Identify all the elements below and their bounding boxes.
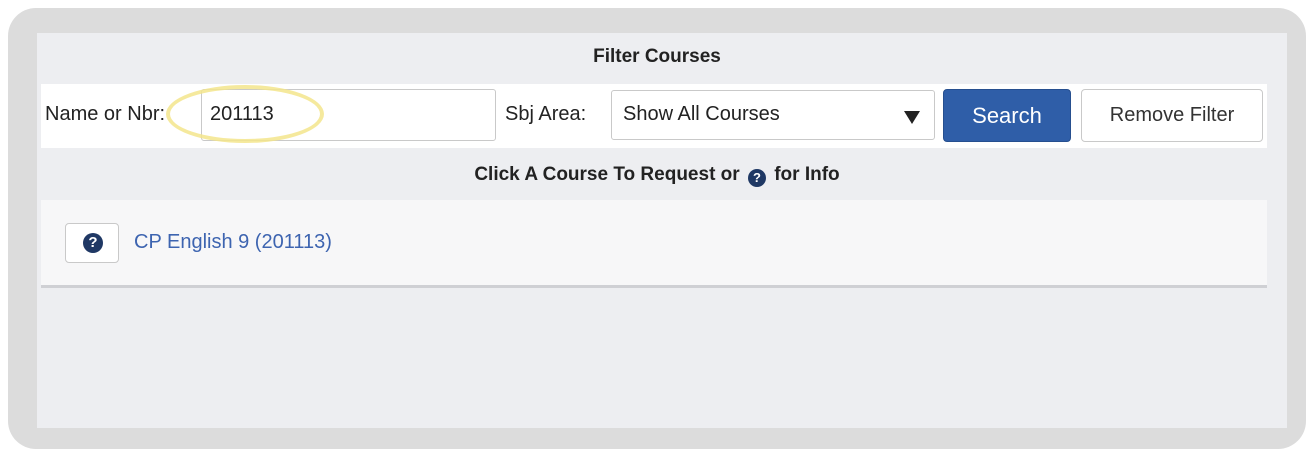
remove-filter-button[interactable]: Remove Filter bbox=[1081, 89, 1263, 142]
course-link[interactable]: CP English 9 (201113) bbox=[134, 231, 332, 254]
subject-area-select[interactable]: Show All Courses bbox=[611, 90, 935, 140]
annotation-highlight-circle bbox=[166, 85, 324, 143]
question-circle-icon: ? bbox=[747, 169, 766, 187]
subject-area-selected: Show All Courses bbox=[623, 103, 780, 125]
dropdown-arrow-icon bbox=[904, 111, 920, 124]
name-label: Name or Nbr: bbox=[45, 103, 166, 125]
course-hint: Click A Course To Request or ? for Info bbox=[0, 164, 1314, 187]
hint-text-before: Click A Course To Request or bbox=[474, 164, 740, 185]
question-circle-icon: ? bbox=[83, 233, 103, 253]
hint-text-after: for Info bbox=[774, 164, 840, 185]
filter-title: Filter Courses bbox=[593, 46, 721, 67]
course-info-button[interactable]: ? bbox=[65, 223, 119, 263]
search-button[interactable]: Search bbox=[943, 89, 1071, 142]
subject-area-label: Sbj Area: bbox=[505, 103, 587, 125]
